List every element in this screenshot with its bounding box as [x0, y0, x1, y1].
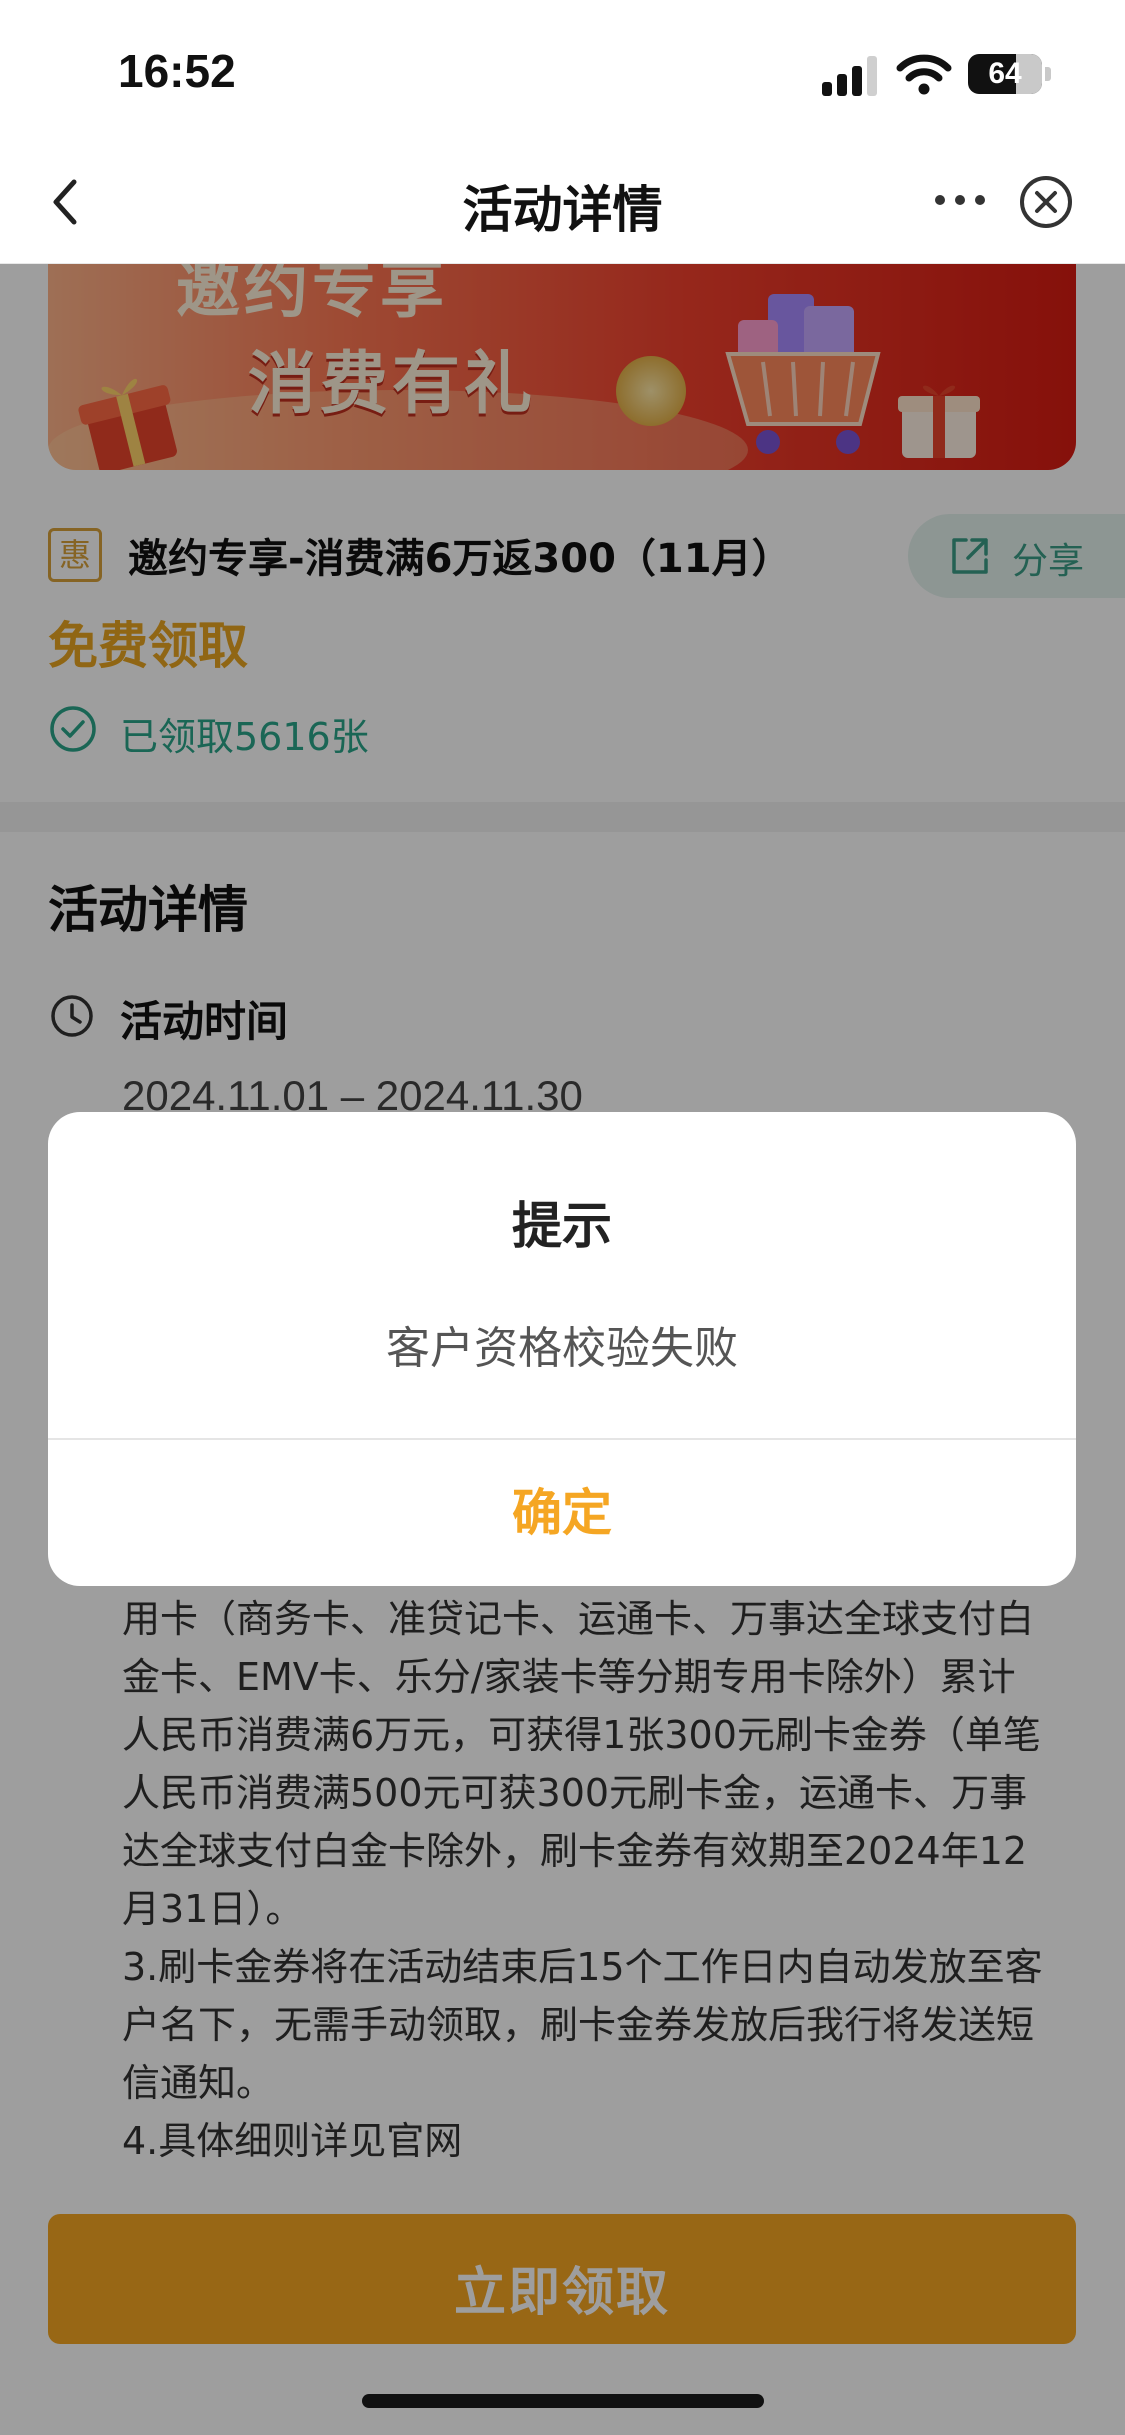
- dialog-message: 客户资格校验失败: [386, 1323, 738, 1374]
- confirm-button[interactable]: 确定: [48, 1440, 1076, 1586]
- dialog-title: 提示: [512, 1197, 612, 1255]
- more-dots-icon[interactable]: [930, 180, 990, 220]
- battery-level: 64: [988, 57, 1022, 90]
- close-circle-icon[interactable]: [1016, 172, 1076, 232]
- home-indicator[interactable]: [362, 2394, 764, 2408]
- status-time: 16:52: [118, 45, 236, 97]
- status-bar: 16:52 64: [0, 0, 1125, 140]
- alert-dialog: 提示 客户资格校验失败 确定: [48, 1112, 1076, 1586]
- wifi-icon: [896, 54, 952, 95]
- signal-icon: [822, 56, 878, 96]
- battery-icon: 64: [968, 54, 1054, 94]
- nav-bar: 活动详情: [0, 140, 1125, 264]
